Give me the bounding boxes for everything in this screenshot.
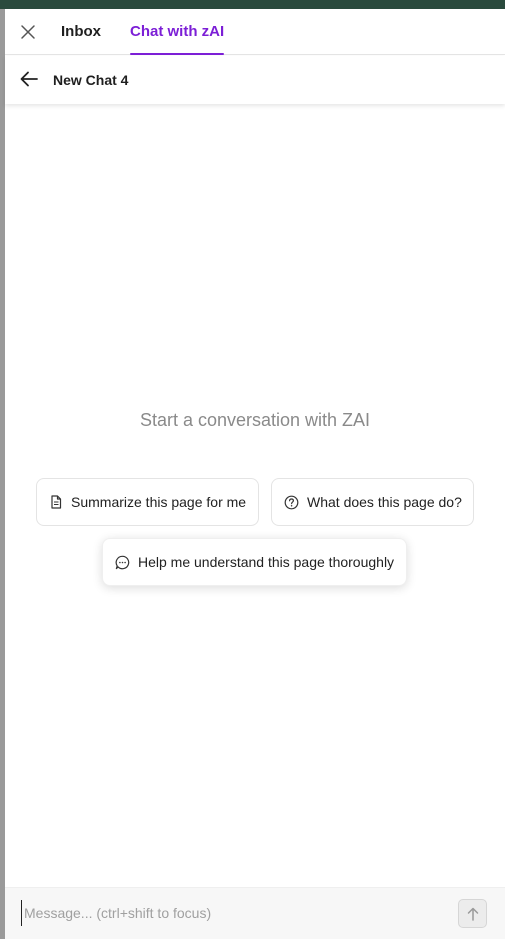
suggestion-summarize[interactable]: Summarize this page for me: [36, 478, 259, 526]
chat-panel: Inbox Chat with zAI New Chat 4 Start a c…: [5, 9, 505, 939]
back-button[interactable]: [18, 68, 40, 90]
tab-chat-with-zai[interactable]: Chat with zAI: [130, 9, 225, 55]
chat-sidebar-page: Inbox Chat with zAI New Chat 4 Start a c…: [0, 0, 505, 939]
chat-bubble-icon: [115, 555, 130, 569]
chat-title: New Chat 4: [53, 72, 129, 88]
question-circle-icon: [284, 495, 299, 509]
suggestion-understand-thoroughly[interactable]: Help me understand this page thoroughly: [102, 538, 407, 586]
arrow-up-icon: [467, 907, 478, 921]
tab-inbox[interactable]: Inbox: [61, 9, 101, 55]
background-app-topbar: [0, 0, 505, 9]
message-composer: [5, 887, 505, 939]
suggestion-label: What does this page do?: [307, 494, 462, 510]
send-button[interactable]: [458, 899, 487, 928]
panel-tabs: Inbox Chat with zAI: [5, 9, 505, 55]
message-input[interactable]: [21, 900, 451, 926]
chat-header: New Chat 4: [5, 56, 505, 104]
suggestion-label: Help me understand this page thoroughly: [138, 554, 395, 570]
arrow-left-icon: [20, 71, 38, 87]
suggestion-what-does-page-do[interactable]: What does this page do?: [271, 478, 474, 526]
document-icon: [51, 495, 62, 509]
empty-state-title: Start a conversation with ZAI: [139, 410, 371, 430]
close-icon: [21, 25, 35, 39]
suggestion-label: Summarize this page for me: [71, 494, 247, 510]
close-button[interactable]: [17, 21, 39, 43]
